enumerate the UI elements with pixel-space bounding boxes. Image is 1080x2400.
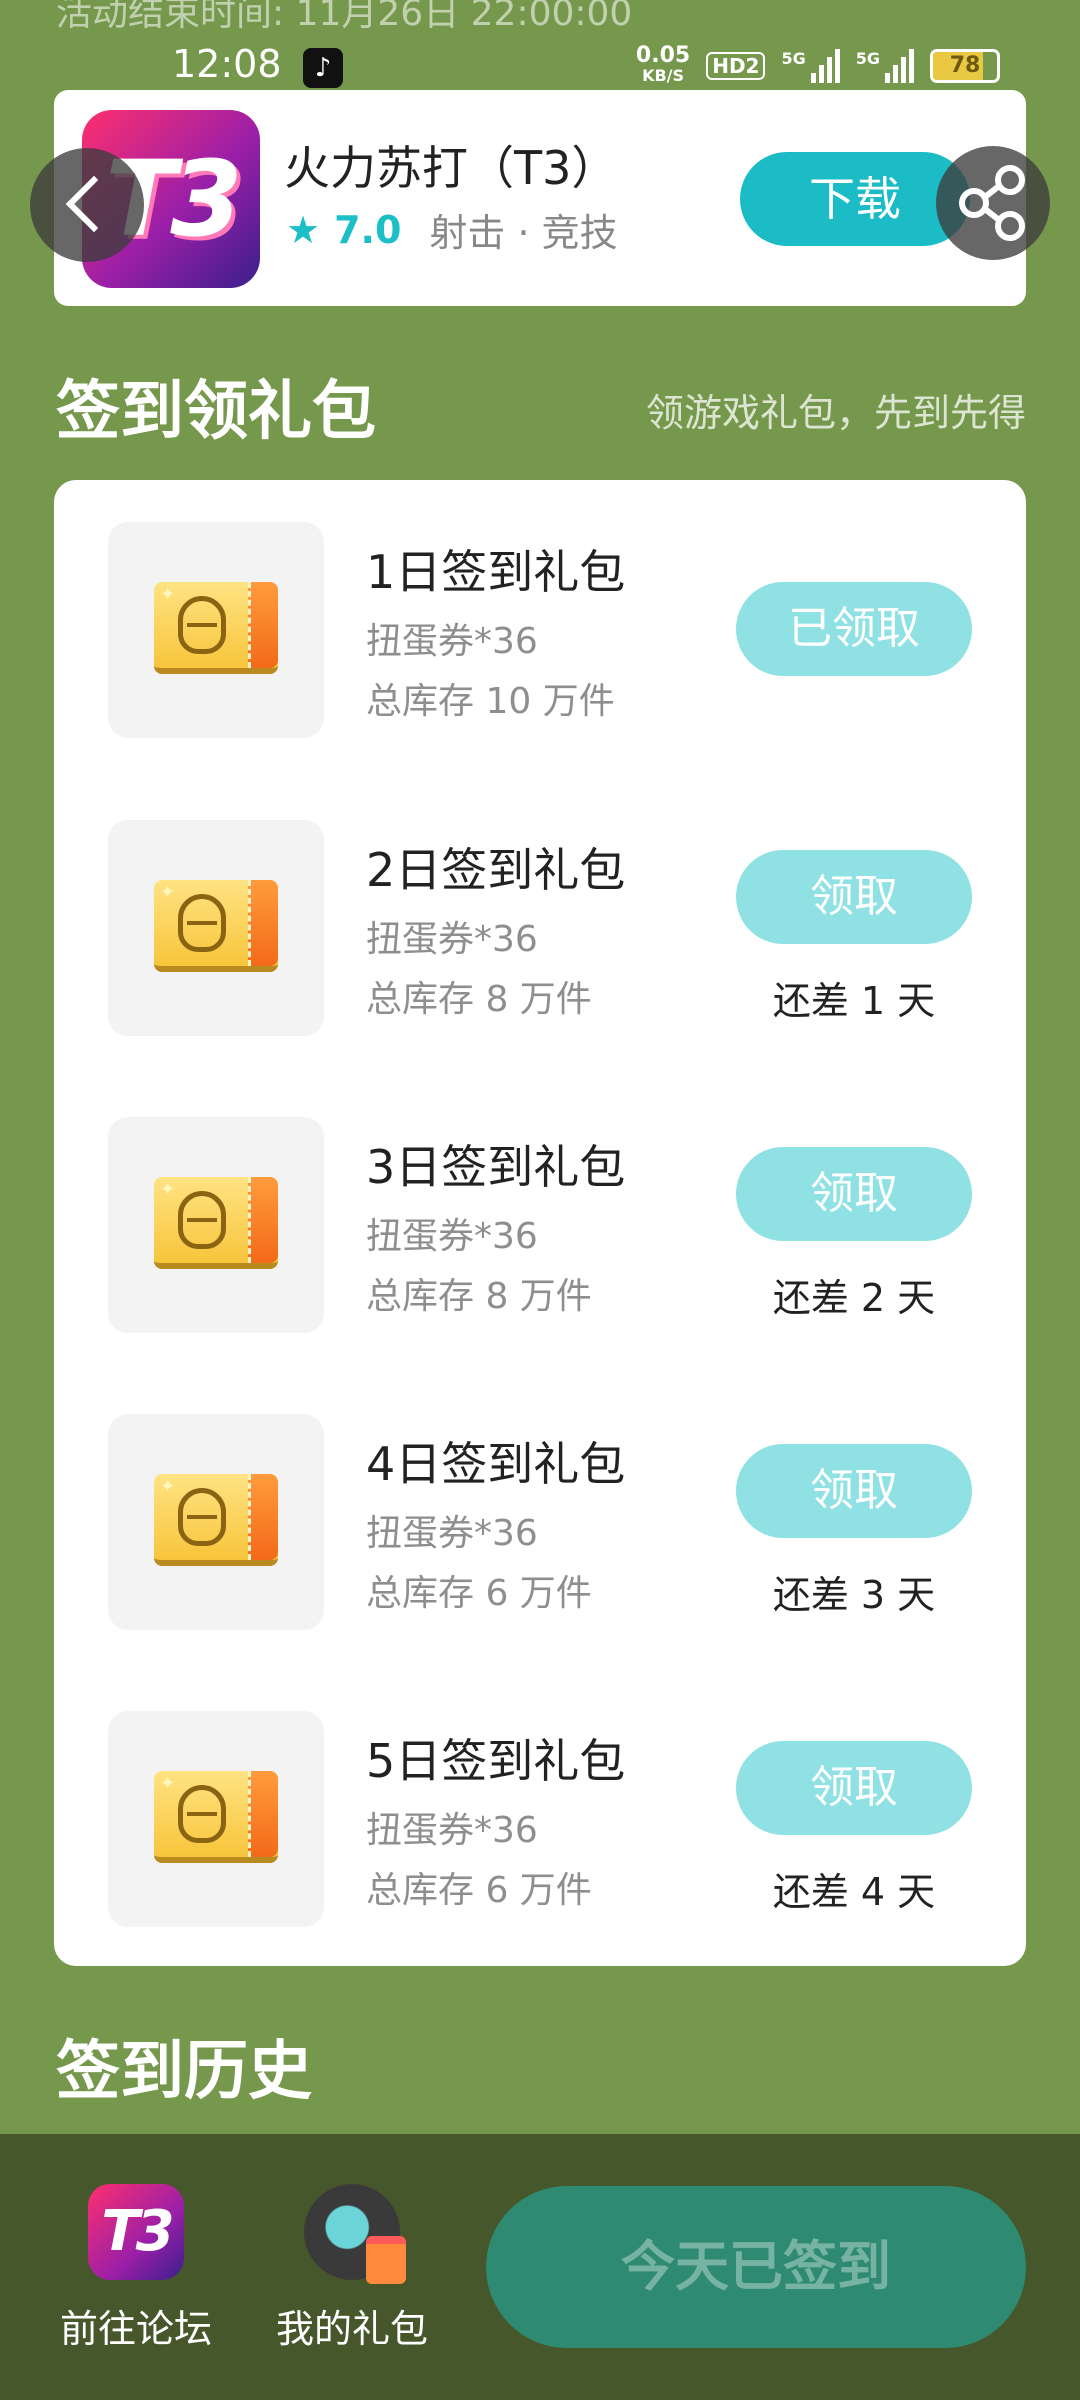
gift-stock: 总库存 8 万件 xyxy=(366,1276,592,1317)
status-time: 12:08 xyxy=(172,42,282,86)
gift-thumbnail: ✦ xyxy=(108,1414,324,1630)
gift-list-card: ✦ 1日签到礼包 扭蛋券*36 总库存 10 万件 已领取 ✦ 2日签到礼包 扭… xyxy=(54,480,1026,1966)
go-to-forum-button[interactable]: T3 前往论坛 xyxy=(54,2184,218,2353)
gift-stock: 总库存 6 万件 xyxy=(366,1573,592,1614)
days-left: 还差 3 天 xyxy=(772,1573,936,1617)
checked-in-today-button[interactable]: 今天已签到 xyxy=(486,2186,1026,2348)
gift-thumbnail: ✦ xyxy=(108,1117,324,1333)
net-speed-value: 0.05 xyxy=(635,43,691,68)
net-speed-unit: KB/S xyxy=(642,66,685,85)
days-left: 还差 2 天 xyxy=(772,1276,936,1320)
app-header-card: T3 火力苏打（T3） ★ 7.0 射击 · 竞技 下载 xyxy=(54,90,1026,306)
gift-row: ✦ 3日签到礼包 扭蛋券*36 总库存 8 万件 领取 还差 2 天 xyxy=(54,1117,1026,1337)
checkin-section-subtitle: 领游戏礼包，先到先得 xyxy=(645,391,1026,435)
days-left: 还差 4 天 xyxy=(772,1870,936,1914)
net-speed: 0.05 KB/S xyxy=(635,43,691,86)
chevron-left-icon xyxy=(65,175,123,233)
signal-strength-icon-2: 5G xyxy=(856,49,914,83)
gift-item: 扭蛋券*36 xyxy=(366,1216,538,1257)
gift-title: 1日签到礼包 xyxy=(366,545,626,599)
bottom-action-bar: T3 前往论坛 我的礼包 今天已签到 xyxy=(0,2134,1080,2400)
gift-title: 3日签到礼包 xyxy=(366,1140,626,1194)
my-gifts-button[interactable]: 我的礼包 xyxy=(270,2184,434,2353)
tiktok-notification-icon: ♪ xyxy=(303,48,343,88)
gift-item: 扭蛋券*36 xyxy=(366,1810,538,1851)
app-category: 射击 · 竞技 xyxy=(429,211,618,255)
forum-label: 前往论坛 xyxy=(59,2307,212,2351)
status-bar: 12:08 ♪ 0.05 KB/S HD2 5G 5G 78 xyxy=(0,40,1080,96)
status-indicators: 0.05 KB/S HD2 5G 5G 78 xyxy=(635,43,1000,86)
battery-level: 78 xyxy=(949,53,981,78)
hd-voice-icon: HD2 xyxy=(706,52,766,80)
gift-stock: 总库存 10 万件 xyxy=(366,681,615,722)
gacha-ticket-icon: ✦ xyxy=(154,1771,278,1863)
gift-box-icon xyxy=(304,2184,406,2284)
app-meta: ★ 7.0 射击 · 竞技 xyxy=(286,202,618,257)
app-name: 火力苏打（T3） xyxy=(284,141,618,195)
app-rating: 7.0 xyxy=(334,207,402,252)
my-gifts-label: 我的礼包 xyxy=(275,2307,428,2351)
gift-item: 扭蛋券*36 xyxy=(366,919,538,960)
share-button[interactable] xyxy=(936,146,1050,260)
star-icon: ★ xyxy=(286,207,321,252)
battery-icon: 78 xyxy=(930,49,1000,83)
claim-button[interactable]: 领取 xyxy=(736,1444,972,1538)
claim-button[interactable]: 领取 xyxy=(736,850,972,944)
claim-button[interactable]: 领取 xyxy=(736,1741,972,1835)
signal2-label: 5G xyxy=(855,49,880,68)
gacha-ticket-icon: ✦ xyxy=(154,880,278,972)
claim-button[interactable]: 领取 xyxy=(736,1147,972,1241)
gift-thumbnail: ✦ xyxy=(108,522,324,738)
gift-row: ✦ 2日签到礼包 扭蛋券*36 总库存 8 万件 领取 还差 1 天 xyxy=(54,820,1026,1040)
gift-thumbnail: ✦ xyxy=(108,1711,324,1927)
gacha-ticket-icon: ✦ xyxy=(154,1474,278,1566)
gacha-ticket-icon: ✦ xyxy=(154,582,278,674)
gift-title: 4日签到礼包 xyxy=(366,1437,626,1491)
gift-title: 5日签到礼包 xyxy=(366,1734,626,1788)
gift-item: 扭蛋券*36 xyxy=(366,1513,538,1554)
gift-row: ✦ 5日签到礼包 扭蛋券*36 总库存 6 万件 领取 还差 4 天 xyxy=(54,1711,1026,1931)
gift-row: ✦ 1日签到礼包 扭蛋券*36 总库存 10 万件 已领取 xyxy=(54,522,1026,742)
gacha-ticket-icon: ✦ xyxy=(154,1177,278,1269)
gift-title: 2日签到礼包 xyxy=(366,843,626,897)
history-section-title: 签到历史 xyxy=(56,2035,312,2109)
checkin-section-title: 签到领礼包 xyxy=(56,375,376,449)
gift-stock: 总库存 6 万件 xyxy=(366,1870,592,1911)
gift-stock: 总库存 8 万件 xyxy=(366,979,592,1020)
gift-row: ✦ 4日签到礼包 扭蛋券*36 总库存 6 万件 领取 还差 3 天 xyxy=(54,1414,1026,1634)
gift-thumbnail: ✦ xyxy=(108,820,324,1036)
back-button[interactable] xyxy=(30,148,144,262)
event-end-time: 活动结束时间: 11月26日 22:00:00 xyxy=(56,0,633,34)
signal-strength-icon: 5G xyxy=(781,49,840,83)
share-icon xyxy=(959,165,1025,241)
gift-item: 扭蛋券*36 xyxy=(366,621,538,662)
signal1-label: 5G xyxy=(781,49,806,68)
forum-app-icon: T3 xyxy=(88,2184,184,2280)
days-left: 还差 1 天 xyxy=(772,979,936,1023)
claimed-button[interactable]: 已领取 xyxy=(736,582,972,676)
